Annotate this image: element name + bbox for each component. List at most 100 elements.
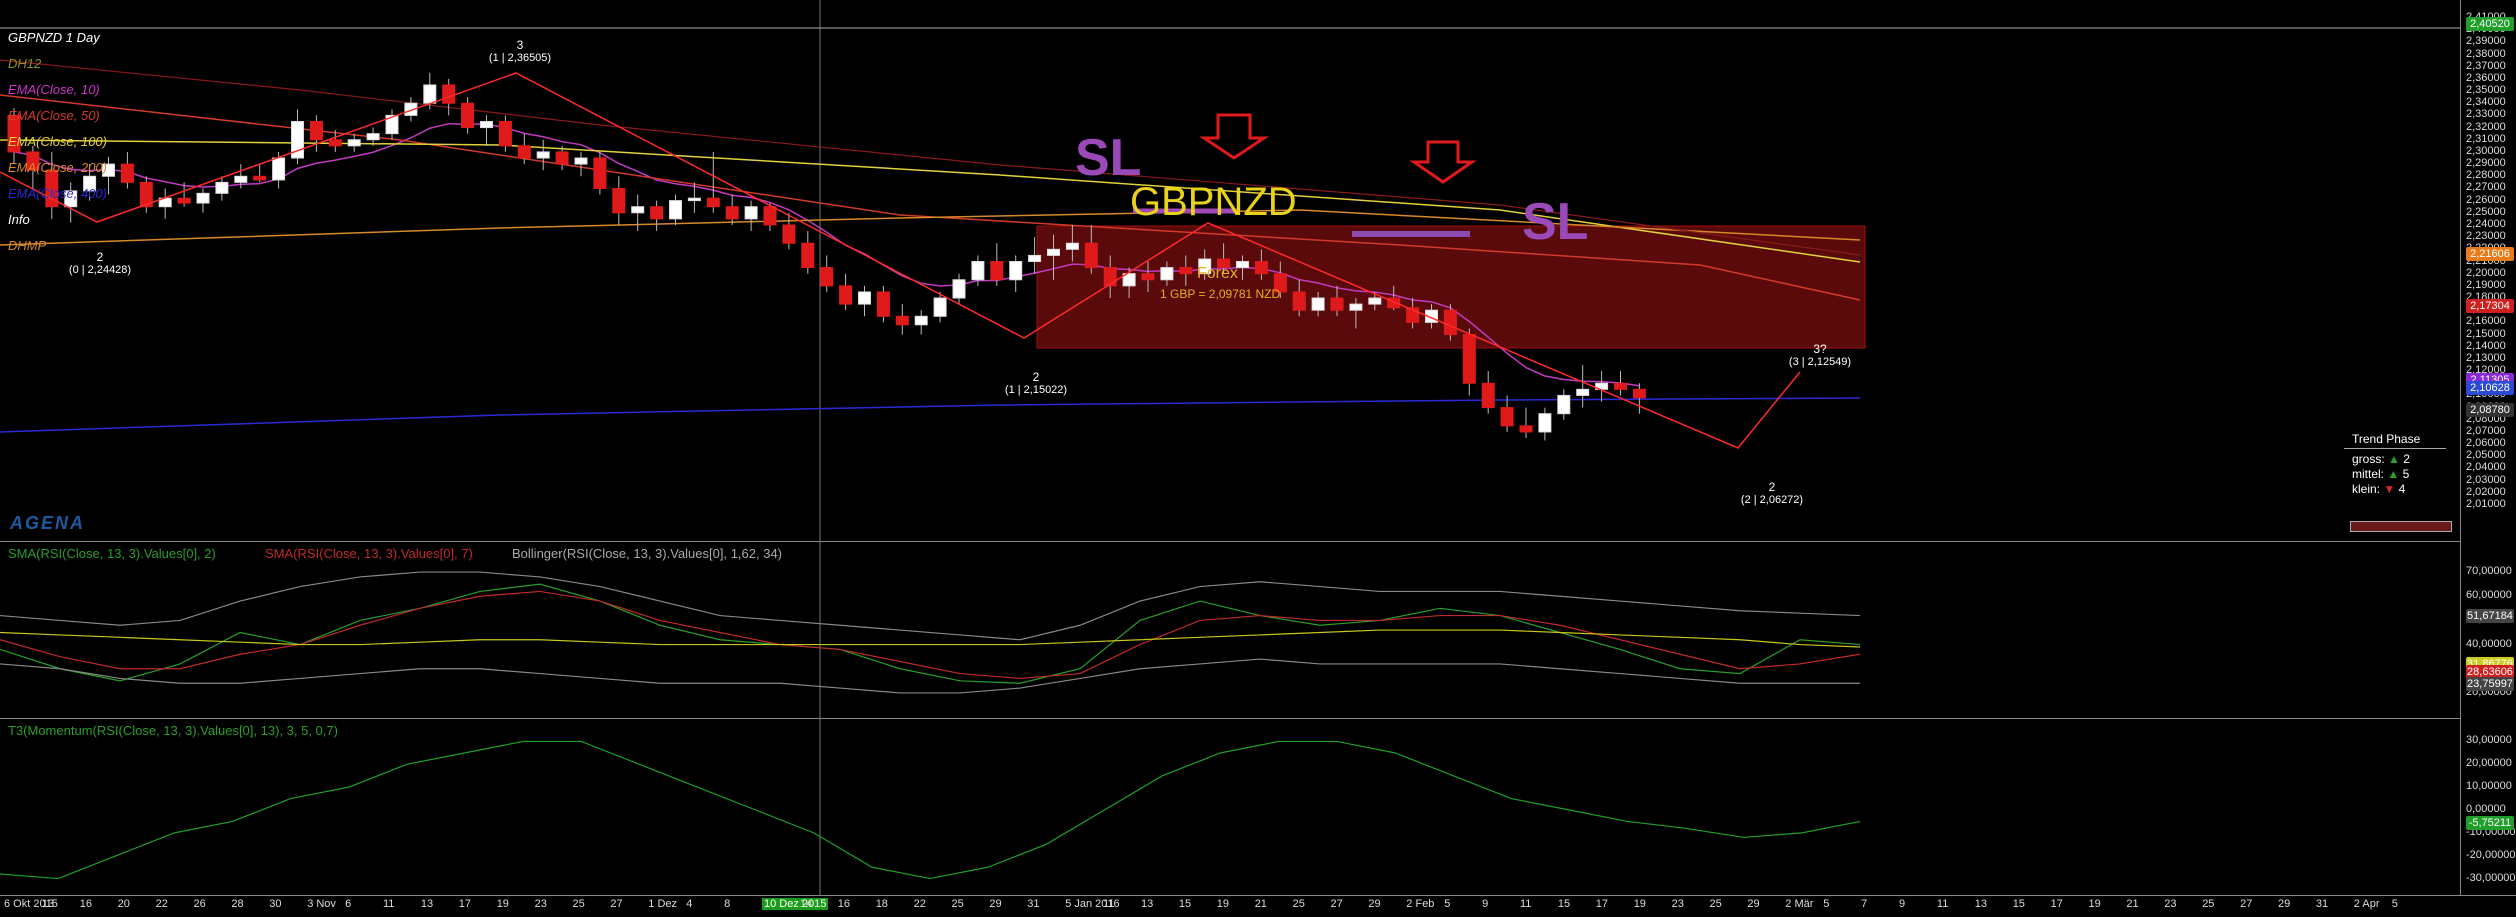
- wave-label: 2 (0 | 2,24428): [68, 250, 132, 276]
- rsi-tick-label: 70,00000: [2466, 565, 2512, 578]
- rsi-sma7-line: [0, 590, 1861, 680]
- candle-body: [952, 279, 966, 299]
- time-tick-label: 25: [1292, 898, 1305, 910]
- candle-body: [536, 151, 550, 159]
- time-tick-label: 1 Dez: [648, 898, 678, 910]
- price-badge: 2,21606: [2466, 247, 2514, 262]
- trend-phase-title: Trend Phase: [2352, 432, 2421, 446]
- time-tick-label: 6: [345, 898, 352, 910]
- time-tick-label: 5: [2391, 898, 2398, 910]
- time-tick-label: 17: [2050, 898, 2063, 910]
- candle-body: [1519, 425, 1533, 433]
- candle-body: [895, 315, 909, 326]
- trend-phase-bar[interactable]: [2350, 521, 2452, 532]
- time-tick-label: 21: [2126, 898, 2139, 910]
- candle-body: [631, 206, 645, 214]
- time-tick-label: 23: [534, 898, 547, 910]
- time-tick-label: 25: [572, 898, 585, 910]
- candle-body: [1009, 261, 1023, 281]
- candle-body: [593, 157, 607, 189]
- price-tick-label: 2,07000: [2466, 424, 2506, 437]
- price-tick-label: 2,35000: [2466, 84, 2506, 97]
- down-triangle-icon: ▼: [2383, 482, 2396, 496]
- candle-body: [1292, 291, 1306, 311]
- candle-body: [498, 120, 512, 147]
- rsi-tick-label: 60,00000: [2466, 589, 2512, 602]
- indicator-label: EMA(Close, 10): [8, 82, 100, 97]
- candle-body: [196, 192, 210, 204]
- candle-body: [1047, 248, 1060, 256]
- candle-body: [461, 102, 475, 129]
- price-tick-label: 2,04000: [2466, 461, 2506, 474]
- trend-phase-klein: klein: ▼ 4: [2352, 482, 2406, 496]
- time-tick-label: 28: [231, 898, 244, 910]
- momentum-badge: -5,75211: [2466, 816, 2514, 831]
- candle-body: [706, 197, 720, 208]
- price-tick-label: 2,14000: [2466, 339, 2506, 352]
- up-triangle-icon: ▲: [2388, 452, 2400, 466]
- candle-body: [442, 84, 456, 104]
- price-tick-label: 2,26000: [2466, 193, 2506, 206]
- candle-body: [234, 175, 248, 183]
- price-tick-label: 2,05000: [2466, 449, 2506, 462]
- candle-body: [1028, 254, 1042, 263]
- indicator-label: EMA(Close, 200): [8, 160, 107, 175]
- price-tick-label: 2,20000: [2466, 266, 2506, 279]
- price-tick-label: 2,16000: [2466, 315, 2506, 328]
- time-tick-label: 31: [2315, 898, 2329, 910]
- candle-body: [971, 261, 985, 281]
- candle-body: [1236, 261, 1249, 269]
- momentum-tick-label: 10,00000: [2466, 780, 2512, 793]
- momentum-tick-label: 0,00000: [2466, 803, 2506, 815]
- trend-phase-gross: gross: ▲ 2: [2352, 452, 2410, 466]
- price-tick-label: 2,29000: [2466, 157, 2506, 170]
- candle-body: [1500, 407, 1514, 427]
- time-tick-label: 11: [1520, 898, 1532, 910]
- candle-body: [1557, 394, 1571, 415]
- candle-body: [1614, 382, 1627, 390]
- candle-body: [839, 285, 853, 305]
- ema400-line: [0, 397, 1861, 433]
- price-tick-label: 2,23000: [2466, 230, 2506, 243]
- candle-body: [1254, 261, 1268, 275]
- candle-body: [253, 175, 267, 181]
- candle-body: [820, 267, 834, 287]
- price-tick-label: 2,27000: [2466, 181, 2506, 194]
- rsi-title-sma2: SMA(RSI(Close, 13, 3).Values[0], 2): [8, 546, 216, 561]
- price-tick-label: 2,34000: [2466, 96, 2506, 109]
- time-tick-label: 14: [799, 898, 813, 910]
- rsi-title-sma7: SMA(RSI(Close, 13, 3).Values[0], 7): [265, 546, 473, 561]
- indicator-label: EMA(Close, 50): [8, 108, 100, 123]
- candle-body: [782, 224, 796, 244]
- time-tick-label: 5: [1444, 898, 1451, 910]
- time-tick-label: 3 Nov: [307, 898, 336, 910]
- price-badge: 2,10628: [2466, 380, 2514, 395]
- price-tick-label: 2,06000: [2466, 437, 2506, 450]
- rsi-bollinger-upper: [0, 571, 1861, 641]
- rsi-tick-label: 40,00000: [2466, 637, 2512, 650]
- time-tick-label: 10 Dez 2015: [762, 898, 829, 910]
- candle-body: [1330, 297, 1344, 311]
- time-tick-label: 7: [1861, 898, 1868, 910]
- indicator-label: EMA(Close, 100): [8, 134, 107, 149]
- candle-body: [858, 291, 871, 305]
- indicator-label: EMA(Close, 400): [8, 186, 107, 201]
- time-tick-label: 31: [1027, 898, 1040, 910]
- time-tick-label: 21: [1254, 898, 1267, 910]
- up-triangle-icon: ▲: [2387, 467, 2400, 481]
- time-tick-label: 23: [1671, 898, 1684, 910]
- wave-label: 3? (3 | 2,12549): [1788, 342, 1852, 368]
- candle-body: [1349, 303, 1363, 311]
- time-tick-label: 19: [496, 898, 509, 910]
- down-arrow-icon: [1409, 140, 1477, 184]
- time-tick-label: 29: [1368, 898, 1381, 910]
- momentum-tick-label: -20,00000: [2466, 848, 2516, 861]
- price-tick-label: 2,25000: [2466, 205, 2506, 218]
- time-tick-label: 9: [1899, 898, 1906, 910]
- candle-body: [612, 187, 626, 214]
- time-tick-label: 2 Apr: [2353, 898, 2380, 910]
- trend-phase-divider: [2344, 448, 2446, 449]
- candle-body: [1481, 382, 1495, 409]
- candle-body: [1368, 297, 1382, 305]
- candle-body: [177, 197, 191, 204]
